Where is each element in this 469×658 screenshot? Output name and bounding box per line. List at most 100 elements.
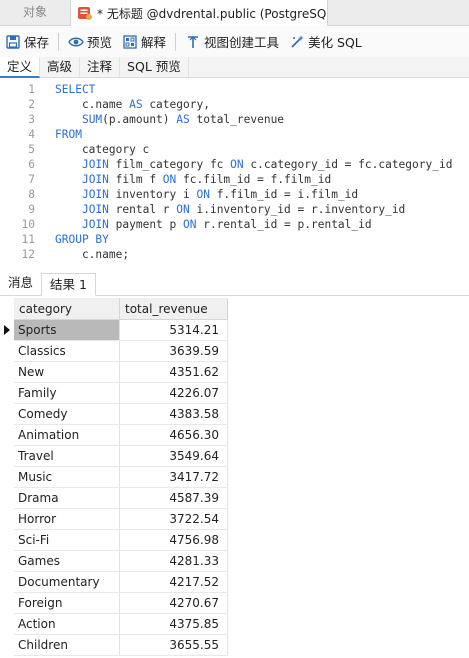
magic-wand-icon xyxy=(291,34,305,48)
code-line[interactable]: 4 FROM xyxy=(0,127,469,142)
cell-category[interactable]: Travel xyxy=(14,446,120,467)
cell-category[interactable]: Action xyxy=(14,614,120,635)
cell-category[interactable]: New xyxy=(14,362,120,383)
cell-total-revenue[interactable]: 4351.62 xyxy=(120,362,228,383)
tab-comment[interactable]: 注释 xyxy=(80,57,121,78)
cell-total-revenue[interactable]: 3417.72 xyxy=(120,467,228,488)
table-row[interactable]: Games 4281.33 xyxy=(0,551,228,572)
code-line[interactable]: 7 JOIN film f ON fc.film_id = f.film_id xyxy=(0,172,469,187)
column-header-total-revenue[interactable]: total_revenue xyxy=(120,298,228,320)
sql-token: total_revenue xyxy=(189,113,285,126)
sql-token: category, xyxy=(142,98,210,111)
cell-category[interactable]: Sci-Fi xyxy=(14,530,120,551)
table-row[interactable]: Family 4226.07 xyxy=(0,383,228,404)
code-line[interactable]: 5 category c xyxy=(0,142,469,157)
table-row[interactable]: Horror 3722.54 xyxy=(0,509,228,530)
row-indicator xyxy=(0,593,14,614)
cell-category[interactable]: Games xyxy=(14,551,120,572)
cell-total-revenue[interactable]: 4270.67 xyxy=(120,593,228,614)
code-line[interactable]: 2 c.name AS category, xyxy=(0,97,469,112)
result-tabs: 消息 结果 1 xyxy=(0,271,469,296)
table-row[interactable]: Travel 3549.64 xyxy=(0,446,228,467)
table-row[interactable]: Action 4375.85 xyxy=(0,614,228,635)
cell-total-revenue[interactable]: 4375.85 xyxy=(120,614,228,635)
cell-total-revenue[interactable]: 5314.21 xyxy=(120,320,228,341)
cell-category[interactable]: Documentary xyxy=(14,572,120,593)
cell-category[interactable]: Horror xyxy=(14,509,120,530)
sql-keyword: FROM xyxy=(55,128,82,141)
table-row[interactable]: Documentary 4217.52 xyxy=(0,572,228,593)
code-line[interactable]: 1 SELECT xyxy=(0,82,469,97)
cell-total-revenue[interactable]: 4226.07 xyxy=(120,383,228,404)
code-line[interactable]: 11 GROUP BY xyxy=(0,232,469,247)
code-line[interactable]: 10 JOIN payment p ON r.rental_id = p.ren… xyxy=(0,217,469,232)
code-line[interactable]: 3 SUM(p.amount) AS total_revenue xyxy=(0,112,469,127)
save-button[interactable]: 保存 xyxy=(0,30,54,54)
tab-definition[interactable]: 定义 xyxy=(0,57,41,78)
cell-total-revenue[interactable]: 4756.98 xyxy=(120,530,228,551)
cell-total-revenue[interactable]: 4587.39 xyxy=(120,488,228,509)
row-indicator xyxy=(0,551,14,572)
sql-token: f.film_id = i.film_id xyxy=(209,188,359,201)
table-row[interactable]: Classics 3639.59 xyxy=(0,341,228,362)
table-row[interactable]: Animation 4656.30 xyxy=(0,425,228,446)
cell-total-revenue[interactable]: 4383.58 xyxy=(120,404,228,425)
tab-result-1[interactable]: 结果 1 xyxy=(41,273,96,296)
table-row[interactable]: Sports 5314.21 xyxy=(0,320,228,341)
tab-advanced[interactable]: 高级 xyxy=(40,57,81,78)
cell-total-revenue[interactable]: 4656.30 xyxy=(120,425,228,446)
code-line[interactable]: 12 c.name; xyxy=(0,247,469,262)
row-indicator xyxy=(0,383,14,404)
tab-sql-preview[interactable]: SQL 预览 xyxy=(120,57,189,78)
table-row[interactable]: Children 3655.55 xyxy=(0,635,228,656)
code-line[interactable]: 9 JOIN rental r ON i.inventory_id = r.in… xyxy=(0,202,469,217)
line-number: 1 xyxy=(28,83,35,96)
table-row[interactable]: Foreign 4270.67 xyxy=(0,593,228,614)
view-builder-button[interactable]: 视图创建工具 xyxy=(180,30,284,54)
cell-total-revenue[interactable]: 3639.59 xyxy=(120,341,228,362)
cell-total-revenue[interactable]: 4281.33 xyxy=(120,551,228,572)
explain-icon xyxy=(123,34,137,49)
sql-token: c.category_id = fc.category_id xyxy=(243,158,453,171)
code-line[interactable]: 6 JOIN film_category fc ON c.category_id… xyxy=(0,157,469,172)
table-row[interactable]: Sci-Fi 4756.98 xyxy=(0,530,228,551)
sql-keyword: ON xyxy=(176,203,190,216)
cell-category[interactable]: Music xyxy=(14,467,120,488)
sql-editor[interactable]: 1 SELECT 2 c.name AS category, 3 SUM(p.amou… xyxy=(0,78,469,268)
row-indicator xyxy=(0,320,14,341)
cell-total-revenue[interactable]: 3722.54 xyxy=(120,509,228,530)
cell-category[interactable]: Foreign xyxy=(14,593,120,614)
cell-category[interactable]: Family xyxy=(14,383,120,404)
preview-button[interactable]: 预览 xyxy=(63,30,117,54)
code-line[interactable]: 8 JOIN inventory i ON f.film_id = i.film… xyxy=(0,187,469,202)
sql-keyword: JOIN xyxy=(81,218,109,231)
cell-total-revenue[interactable]: 4217.52 xyxy=(120,572,228,593)
explain-button[interactable]: 解释 xyxy=(117,30,171,54)
sql-token: fc.film_id = f.film_id xyxy=(176,173,332,186)
cell-category[interactable]: Comedy xyxy=(14,404,120,425)
line-number: 6 xyxy=(28,158,35,171)
cell-category[interactable]: Drama xyxy=(14,488,120,509)
table-row[interactable]: New 4351.62 xyxy=(0,362,228,383)
cell-category[interactable]: Sports xyxy=(14,320,120,341)
column-header-category[interactable]: category xyxy=(14,298,120,320)
cell-category[interactable]: Classics xyxy=(14,341,120,362)
result-grid: category total_revenue Sports 5314.21 Clas… xyxy=(0,298,469,658)
table-row[interactable]: Music 3417.72 xyxy=(0,467,228,488)
cell-total-revenue[interactable]: 3655.55 xyxy=(120,635,228,656)
beautify-sql-button[interactable]: 美化 SQL xyxy=(284,30,367,54)
cell-category[interactable]: Animation xyxy=(14,425,120,446)
tab-query-untitled[interactable]: * 无标题 @dvdrental.public (PostgreSQ... xyxy=(70,0,328,26)
table-row[interactable]: Comedy 4383.58 xyxy=(0,404,228,425)
sql-keyword: SUM xyxy=(81,113,103,126)
tab-messages[interactable]: 消息 xyxy=(0,272,41,295)
row-indicator xyxy=(0,404,14,425)
cell-total-revenue[interactable]: 3549.64 xyxy=(120,446,228,467)
save-button-label: 保存 xyxy=(24,35,50,50)
tab-objects[interactable]: 对象 xyxy=(0,0,70,26)
explain-button-label: 解释 xyxy=(141,35,167,50)
cell-category[interactable]: Children xyxy=(14,635,120,656)
table-row[interactable]: Drama 4587.39 xyxy=(0,488,228,509)
code-text: JOIN rental r ON i.inventory_id = r.inve… xyxy=(55,202,405,217)
